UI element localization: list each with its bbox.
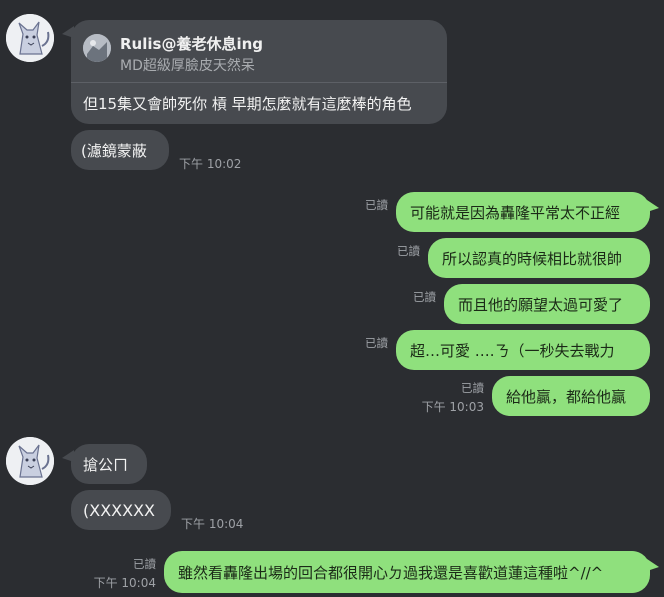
message-text: 而且他的願望太過可愛了 bbox=[458, 295, 624, 314]
read-receipt: 已讀 bbox=[413, 290, 436, 304]
message-text: 超…可愛 ….ㄋ（一秒失去戰力 bbox=[410, 341, 615, 360]
message-text: (XXXXXX bbox=[83, 500, 156, 520]
quote-avatar bbox=[83, 34, 111, 62]
message-text: 所以認真的時候相比就很帥 bbox=[442, 249, 623, 268]
outgoing-message[interactable]: 所以認真的時候相比就很帥 bbox=[428, 238, 650, 278]
incoming-message[interactable]: (濾鏡蒙蔽 bbox=[71, 130, 169, 170]
quote-sender-subtitle: MD超級厚臉皮天然呆 bbox=[120, 58, 255, 74]
message-timestamp: 下午 10:04 bbox=[93, 576, 156, 590]
wolf-avatar-icon bbox=[6, 14, 54, 62]
message-text: 搶公ㄇ bbox=[83, 455, 129, 474]
quote-message-text: 但15集又會帥死你 槓 早期怎麼就有這麼棒的角色 bbox=[83, 95, 412, 113]
read-receipt: 已讀 bbox=[133, 557, 156, 571]
quote-sender-name: Rulis@養老休息ing bbox=[120, 35, 263, 53]
quote-divider bbox=[71, 82, 447, 83]
read-receipt: 已讀 bbox=[461, 381, 484, 395]
read-receipt: 已讀 bbox=[397, 244, 420, 258]
message-timestamp: 下午 10:04 bbox=[181, 517, 244, 531]
read-receipt: 已讀 bbox=[365, 336, 388, 350]
message-timestamp: 下午 10:02 bbox=[179, 157, 242, 171]
wolf-avatar-icon bbox=[6, 437, 54, 485]
outgoing-message[interactable]: 可能就是因為轟隆平常太不正經 bbox=[396, 192, 659, 232]
incoming-message[interactable]: 搶公ㄇ bbox=[62, 444, 147, 484]
incoming-message[interactable]: (XXXXXX bbox=[71, 490, 171, 530]
outgoing-message[interactable]: 給他贏，都給他贏 bbox=[492, 376, 650, 416]
message-text: (濾鏡蒙蔽 bbox=[81, 141, 147, 160]
reply-quote-bubble[interactable]: Rulis@養老休息ing MD超級厚臉皮天然呆 但15集又會帥死你 槓 早期怎… bbox=[62, 20, 447, 124]
read-receipt: 已讀 bbox=[365, 198, 388, 212]
message-text: 雖然看轟隆出場的回合都很開心ㄉ過我還是喜歡道蓮這種啦^//^ bbox=[178, 563, 604, 582]
outgoing-message[interactable]: 雖然看轟隆出場的回合都很開心ㄉ過我還是喜歡道蓮這種啦^//^ bbox=[164, 551, 659, 593]
outgoing-message[interactable]: 超…可愛 ….ㄋ（一秒失去戰力 bbox=[396, 330, 650, 370]
profile-photo-icon bbox=[83, 34, 111, 62]
message-timestamp: 下午 10:03 bbox=[421, 400, 484, 414]
outgoing-message[interactable]: 而且他的願望太過可愛了 bbox=[444, 284, 650, 324]
message-text: 給他贏，都給他贏 bbox=[506, 387, 627, 406]
sender-avatar[interactable] bbox=[6, 437, 54, 485]
message-text: 可能就是因為轟隆平常太不正經 bbox=[410, 203, 621, 222]
sender-avatar[interactable] bbox=[6, 14, 54, 62]
